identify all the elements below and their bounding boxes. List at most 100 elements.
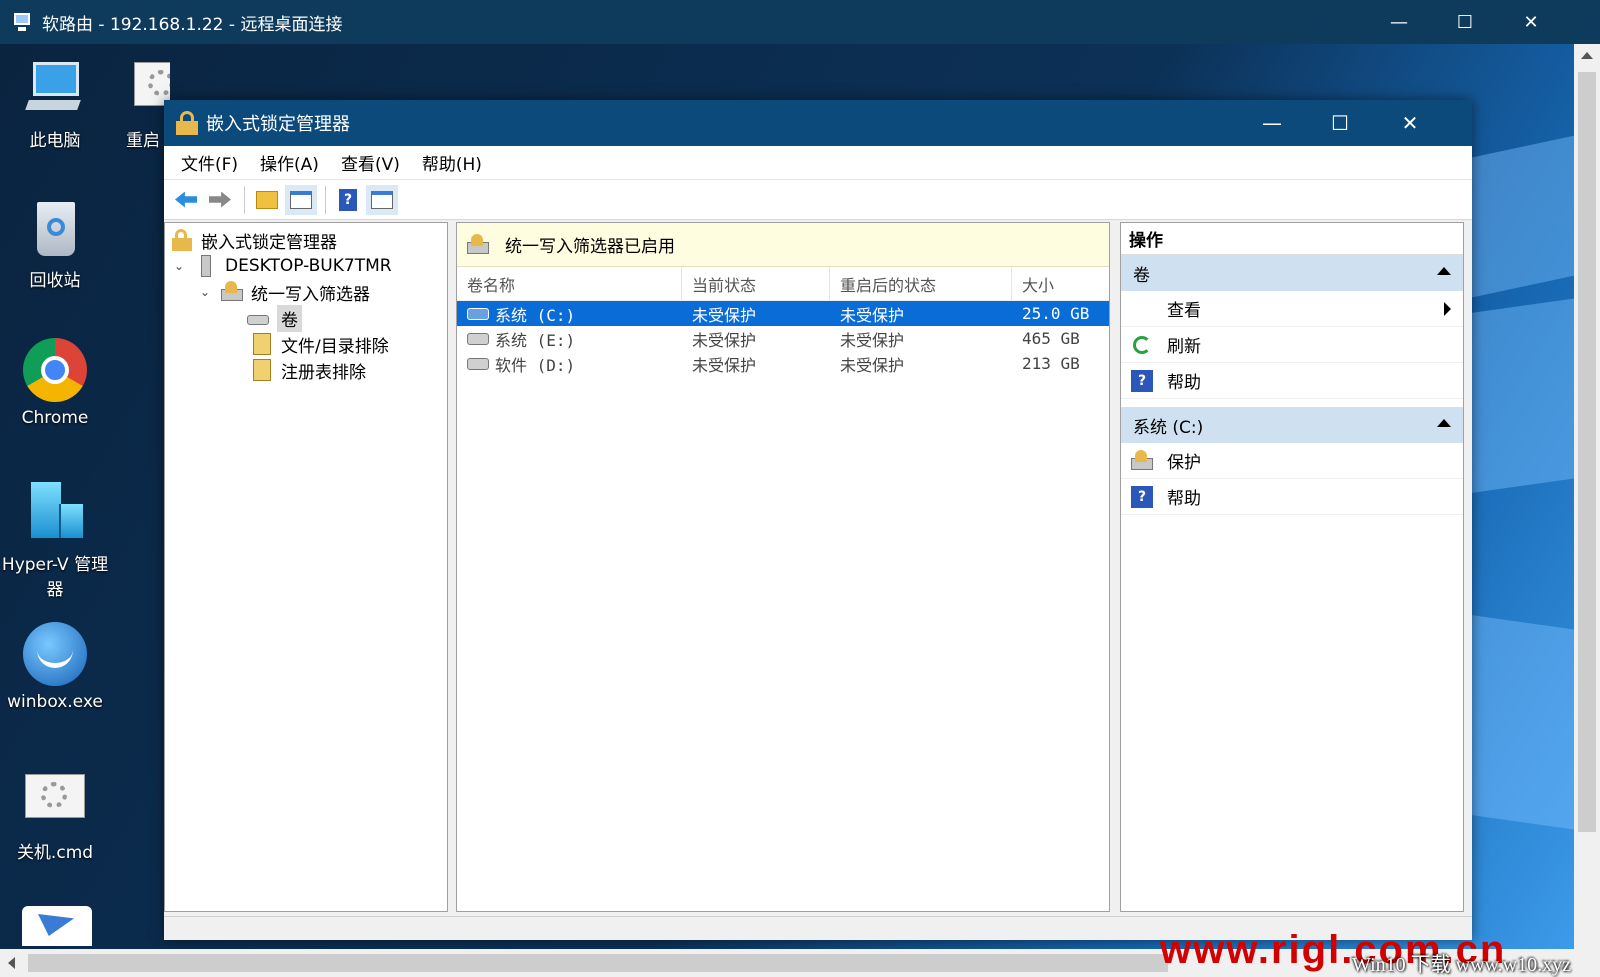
- rd-minimize-button[interactable]: —: [1366, 0, 1432, 44]
- action-group-label: 卷: [1133, 265, 1150, 286]
- remote-desktop-titlebar: 软路由 - 192.168.1.22 - 远程桌面连接 — ☐ ✕: [0, 0, 1600, 44]
- cell-name-text: 系统 (C:): [495, 305, 576, 325]
- column-header-size[interactable]: 大小: [1012, 267, 1107, 300]
- help-button[interactable]: ?: [332, 185, 364, 215]
- tree-item-root[interactable]: 嵌入式锁定管理器: [171, 227, 337, 253]
- tree-item-computer[interactable]: ⌄ DESKTOP-BUK7TMR: [171, 253, 392, 279]
- action-label: 刷新: [1167, 337, 1201, 357]
- desktop-icon-partial[interactable]: [22, 906, 92, 946]
- tree-label: 嵌入式锁定管理器: [201, 232, 337, 253]
- tree-item-registry-exclusions[interactable]: 注册表排除: [251, 357, 366, 383]
- rd-close-button[interactable]: ✕: [1498, 0, 1564, 44]
- rd-maximize-button[interactable]: ☐: [1432, 0, 1498, 44]
- toolbar-separator: [244, 185, 245, 214]
- file-checklist-icon: [251, 333, 273, 355]
- computer-icon: [23, 56, 87, 120]
- column-header-name[interactable]: 卷名称: [457, 267, 682, 300]
- submenu-arrow-icon: [1444, 302, 1451, 316]
- tree-label: 卷: [277, 304, 302, 332]
- drive-icon: [467, 357, 489, 370]
- minimize-button[interactable]: —: [1238, 100, 1306, 146]
- show-hide-tree-icon: [290, 190, 312, 209]
- desktop-icon-winbox[interactable]: winbox.exe: [0, 622, 110, 712]
- desktop-icon-recycle-bin[interactable]: 回收站: [0, 196, 110, 291]
- scroll-up-icon[interactable]: [1581, 52, 1593, 59]
- cell-next: 未受保护: [840, 355, 905, 375]
- filter-lock-icon: [467, 233, 491, 256]
- protect-lock-icon: [1131, 449, 1153, 472]
- tree-pane: 嵌入式锁定管理器 ⌄ DESKTOP-BUK7TMR ⌄ 统一写入筛选器 卷 文…: [164, 222, 448, 912]
- action-protect[interactable]: 保护: [1121, 443, 1463, 479]
- close-button[interactable]: ✕: [1376, 100, 1444, 146]
- menu-view[interactable]: 查看(V): [330, 146, 411, 179]
- desktop-icon-label: 回收站: [29, 271, 81, 291]
- show-hide-action-icon: [371, 190, 393, 209]
- menu-file[interactable]: 文件(F): [170, 146, 249, 179]
- tree-item-file-exclusions[interactable]: 文件/目录排除: [251, 331, 389, 357]
- status-banner-text: 统一写入筛选器已启用: [505, 237, 675, 257]
- action-pane-title: 操作: [1121, 223, 1463, 255]
- cell-size: 213 GB: [1022, 354, 1080, 373]
- action-help[interactable]: ? 帮助: [1121, 363, 1463, 399]
- forward-arrow-icon: [209, 191, 231, 208]
- lock-icon: [176, 111, 198, 135]
- tree-item-uwf[interactable]: ⌄ 统一写入筛选器: [197, 279, 370, 305]
- desktop-icon-label: 关机.cmd: [16, 843, 94, 863]
- desktop-icon-label: 重启: [126, 131, 160, 151]
- chevron-down-icon[interactable]: ⌄: [171, 259, 187, 273]
- winbox-icon: [23, 622, 87, 686]
- desktop-icon-this-pc[interactable]: 此电脑: [0, 56, 110, 151]
- menu-help[interactable]: 帮助(H): [411, 146, 493, 179]
- vertical-scrollbar[interactable]: [1574, 44, 1600, 949]
- remote-desktop-icon: [12, 11, 34, 33]
- action-group-volumes[interactable]: 卷: [1121, 255, 1463, 291]
- menu-action[interactable]: 操作(A): [249, 146, 330, 179]
- hyperv-icon: [23, 480, 87, 544]
- refresh-icon: [1131, 334, 1153, 356]
- collapse-caret-icon[interactable]: [1437, 267, 1451, 275]
- desktop-icon-shutdown[interactable]: 关机.cmd: [0, 768, 110, 863]
- remote-desktop-title: 软路由 - 192.168.1.22 - 远程桌面连接: [42, 14, 343, 35]
- cell-name-text: 软件 (D:): [495, 355, 576, 375]
- chevron-down-icon[interactable]: ⌄: [197, 285, 213, 299]
- cell-next: 未受保护: [840, 330, 905, 350]
- desktop-icon-restart[interactable]: 重启: [110, 56, 170, 151]
- desktop-icon-label: 此电脑: [29, 131, 81, 151]
- table-row[interactable]: 系统 (C:) 未受保护 未受保护 25.0 GB: [457, 301, 1109, 326]
- maximize-button[interactable]: ☐: [1306, 100, 1374, 146]
- up-folder-icon: [256, 190, 278, 209]
- action-label: 帮助: [1167, 489, 1201, 509]
- table-row[interactable]: 软件 (D:) 未受保护 未受保护 213 GB: [457, 351, 1109, 376]
- show-hide-tree-button[interactable]: [285, 184, 317, 215]
- scroll-left-icon[interactable]: [8, 957, 15, 969]
- desktop-icon-chrome[interactable]: Chrome: [0, 338, 110, 428]
- gear-file-icon: [23, 768, 87, 832]
- column-header-current[interactable]: 当前状态: [682, 267, 830, 300]
- table-row[interactable]: 系统 (E:) 未受保护 未受保护 465 GB: [457, 326, 1109, 351]
- column-header-next[interactable]: 重启后的状态: [830, 267, 1012, 300]
- list-pane: 统一写入筛选器已启用 卷名称 当前状态 重启后的状态 大小 系统 (C:) 未受…: [456, 222, 1110, 912]
- action-refresh[interactable]: 刷新: [1121, 327, 1463, 363]
- mmc-title: 嵌入式锁定管理器: [206, 114, 350, 135]
- help-icon: ?: [339, 188, 357, 211]
- help-icon: ?: [1131, 485, 1153, 508]
- column-headers: 卷名称 当前状态 重启后的状态 大小: [457, 267, 1109, 301]
- cell-current: 未受保护: [692, 330, 757, 350]
- tree-item-volumes[interactable]: 卷: [247, 304, 302, 332]
- mmc-window: 嵌入式锁定管理器 — ☐ ✕ 文件(F) 操作(A) 查看(V) 帮助(H) ?: [164, 100, 1472, 940]
- registry-icon: [251, 359, 273, 381]
- filter-lock-icon: [221, 281, 243, 303]
- action-view[interactable]: 查看: [1121, 291, 1463, 327]
- back-button[interactable]: [170, 185, 202, 215]
- up-level-button[interactable]: [251, 185, 283, 215]
- action-group-system-c[interactable]: 系统 (C:): [1121, 407, 1463, 443]
- show-hide-action-button[interactable]: [366, 184, 398, 215]
- action-pane: 操作 卷 查看 刷新 ? 帮助 系统 (C:) 保护 ? 帮助: [1120, 222, 1464, 912]
- action-help-c[interactable]: ? 帮助: [1121, 479, 1463, 515]
- tree-label: 文件/目录排除: [281, 336, 389, 357]
- scrollbar-thumb[interactable]: [28, 954, 1168, 972]
- forward-button[interactable]: [204, 185, 236, 215]
- desktop-icon-hyperv[interactable]: Hyper-V 管理器: [0, 480, 110, 600]
- scrollbar-thumb[interactable]: [1578, 72, 1596, 832]
- collapse-caret-icon[interactable]: [1437, 419, 1451, 427]
